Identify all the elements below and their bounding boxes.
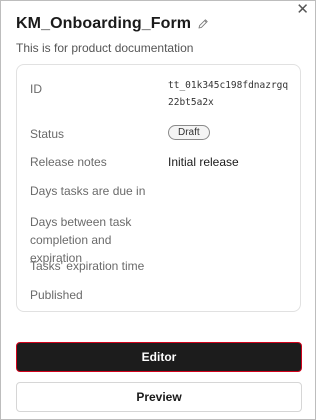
title-row: KM_Onboarding_Form <box>16 15 209 33</box>
id-value: tt_01k345c198fdnazrgq22bt5a2x <box>168 80 289 108</box>
details-card: ID tt_01k345c198fdnazrgq22bt5a2x Status … <box>16 64 301 312</box>
form-details-panel: ✕ KM_Onboarding_Form This is for product… <box>0 0 316 420</box>
id-label: ID <box>30 82 42 96</box>
editor-button[interactable]: Editor <box>16 342 302 372</box>
status-badge: Draft <box>168 125 210 140</box>
status-label: Status <box>30 127 65 141</box>
published-label: Published <box>30 288 83 302</box>
close-icon[interactable]: ✕ <box>296 2 309 17</box>
release-notes-label: Release notes <box>30 155 107 169</box>
page-title: KM_Onboarding_Form <box>16 15 192 32</box>
expiration-time-label: Tasks' expiration time <box>30 259 145 273</box>
status-badge-wrap: Draft <box>168 124 210 140</box>
preview-button[interactable]: Preview <box>16 382 302 412</box>
form-description: This is for product documentation <box>16 41 194 55</box>
release-notes-value: Initial release <box>168 155 239 169</box>
days-due-label: Days tasks are due in <box>30 184 146 198</box>
pencil-icon[interactable] <box>197 18 209 30</box>
